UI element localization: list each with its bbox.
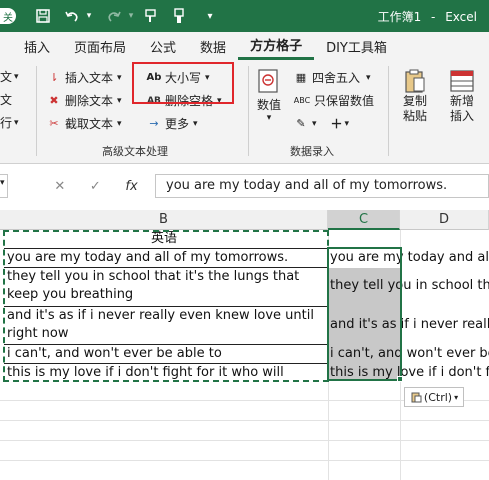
formula-input[interactable]: you are my today and all of my tomorrows… [155,174,489,198]
delete-text-icon: ✖ [49,94,59,107]
keep-value-icon: ABC [293,96,311,105]
insert-text-icon: ⇂ [49,71,59,84]
paste-icon [411,392,422,403]
keep-value-button[interactable]: ABC 只保留数值 [293,92,374,109]
quick-access-dropdown-icon[interactable]: ▾ [204,6,216,26]
tab-fangfang[interactable]: 方方格子 [238,32,315,60]
highlight-box [132,62,234,104]
app-name: Excel [445,10,477,24]
tab-page-layout[interactable]: 页面布局 [62,32,138,60]
tab-formulas[interactable]: 公式 [138,32,188,60]
extract-text-icon: ✂ [49,117,59,130]
round-button[interactable]: ▦ 四舍五入 ▾ [293,69,371,86]
title-bar: 关 ▾ ▾ ▾ 工作簿1 - Excel [0,0,489,32]
fill-handle[interactable] [397,376,403,382]
group-label-text: 高级文本处理 [102,145,168,158]
add-insert-button[interactable]: 新增插入 [442,68,482,124]
arrow-right-icon: → [149,117,159,130]
save-icon[interactable] [34,6,52,26]
numeric-button[interactable]: 数值 ▾ [255,68,283,123]
copy-marquee [3,230,329,382]
more-button[interactable]: → 更多 ▾ [146,115,197,132]
extract-text-button[interactable]: ✂ 截取文本 ▾ [46,115,121,132]
paste-options-button[interactable]: (Ctrl) ▾ [404,387,464,407]
tab-data[interactable]: 数据 [188,32,238,60]
format-painter-icon[interactable] [140,6,160,26]
ribbon: 文 文 行 ▾ ▾ ⇂ 插入文本 ▾ ✖ 删除文本 ▾ ✂ 截取文本 ▾ Ab 大小写… [0,60,489,164]
brush-icon[interactable] [170,6,188,26]
partial-button-3[interactable]: 行 [0,114,12,131]
insert-text-button[interactable]: ⇂ 插入文本 ▾ [46,69,121,86]
round-icon: ▦ [295,71,307,84]
tab-insert[interactable]: 插入 [0,32,62,60]
partial-button-1[interactable]: 文 [0,68,12,85]
edit-dropdown-button[interactable]: ✎ ▾ ＋ ▾ [293,115,349,132]
cell-grid: 英语 you are my today and all of my tomorr… [0,230,489,480]
edit-icon: ✎ [296,117,306,130]
paste-options-label: (Ctrl) [423,390,453,404]
partial-button-2[interactable]: 文 [0,91,12,108]
clipboard-icon [405,69,425,93]
name-box-dropdown-icon[interactable]: ▾ [0,178,5,188]
formula-bar: ▾ ✕ ✓ fx you are my today and all of my … [0,168,489,204]
selection-range[interactable] [327,247,402,381]
window-title: 工作簿1 - Excel [377,10,477,24]
tab-diy-toolbox[interactable]: DIY工具箱 [314,32,399,60]
column-header-c[interactable]: C [328,210,400,230]
confirm-icon[interactable]: ✓ [90,179,101,194]
undo-dropdown-icon[interactable]: ▾ [84,6,94,26]
numeric-icon [258,69,278,93]
ribbon-tabs: 插入 页面布局 公式 数据 方方格子 DIY工具箱 [0,32,489,60]
insert-table-icon [450,70,474,92]
column-header-b[interactable]: B [0,210,328,230]
cancel-icon[interactable]: ✕ [54,179,65,194]
redo-dropdown-icon[interactable]: ▾ [126,6,136,26]
redo-icon[interactable] [104,6,124,26]
plus-icon[interactable]: ＋ [331,115,343,132]
function-icon[interactable]: fx [125,179,137,194]
workbook-name: 工作簿1 [377,10,422,24]
undo-icon[interactable] [62,6,82,26]
autosave-toggle[interactable]: 关 [0,8,16,24]
copy-paste-button[interactable]: 复制粘贴 [398,68,432,124]
group-label-data-entry: 数据录入 [290,145,334,158]
paste-dropdown-icon: ▾ [454,392,459,402]
delete-text-button[interactable]: ✖ 删除文本 ▾ [46,92,121,109]
column-header-d[interactable]: D [400,210,489,230]
